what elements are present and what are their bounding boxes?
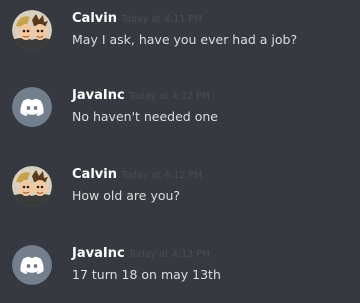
message-author[interactable]: Calvin Today at 4:11 PM bbox=[72, 10, 202, 29]
author-name[interactable]: Calvin bbox=[72, 11, 117, 26]
chat-message: Calvin Today at 4:11 PM May I ask, have y… bbox=[0, 10, 360, 70]
chat-message: JavaInc Today at 4:12 PM No haven't neede… bbox=[0, 87, 360, 147]
message-author[interactable]: Calvin Today at 4:12 PM bbox=[72, 166, 202, 185]
author-name[interactable]: JavaInc bbox=[72, 88, 125, 103]
user-avatar[interactable] bbox=[12, 166, 52, 206]
message-text: 17 turn 18 on may 13th bbox=[72, 267, 221, 282]
message-author[interactable]: JavaInc Today at 4:13 PM bbox=[72, 245, 210, 264]
author-name[interactable]: Calvin bbox=[72, 167, 117, 182]
discord-logo-icon bbox=[12, 87, 52, 127]
user-avatar[interactable] bbox=[12, 10, 52, 50]
message-author[interactable]: JavaInc Today at 4:12 PM bbox=[72, 87, 210, 106]
user-avatar[interactable] bbox=[12, 245, 52, 285]
chat-log: Calvin Today at 4:11 PM May I ask, have y… bbox=[0, 0, 360, 303]
author-name[interactable]: JavaInc bbox=[72, 246, 125, 261]
message-text: May I ask, have you ever had a job? bbox=[72, 32, 298, 47]
chat-message: JavaInc Today at 4:13 PM 17 turn 18 on ma… bbox=[0, 245, 360, 303]
cartoon-avatar-icon bbox=[12, 10, 52, 50]
cartoon-avatar-icon bbox=[12, 166, 52, 206]
message-text: No haven't needed one bbox=[72, 109, 218, 124]
message-text: How old are you? bbox=[72, 188, 181, 203]
message-timestamp: Today at 4:11 PM bbox=[120, 14, 203, 25]
message-timestamp: Today at 4:13 PM bbox=[128, 249, 210, 260]
discord-logo-icon bbox=[12, 245, 52, 285]
user-avatar[interactable] bbox=[12, 87, 52, 127]
chat-message: Calvin Today at 4:12 PM How old are you? bbox=[0, 166, 360, 226]
message-timestamp: Today at 4:12 PM bbox=[120, 170, 203, 181]
message-timestamp: Today at 4:12 PM bbox=[128, 91, 210, 102]
